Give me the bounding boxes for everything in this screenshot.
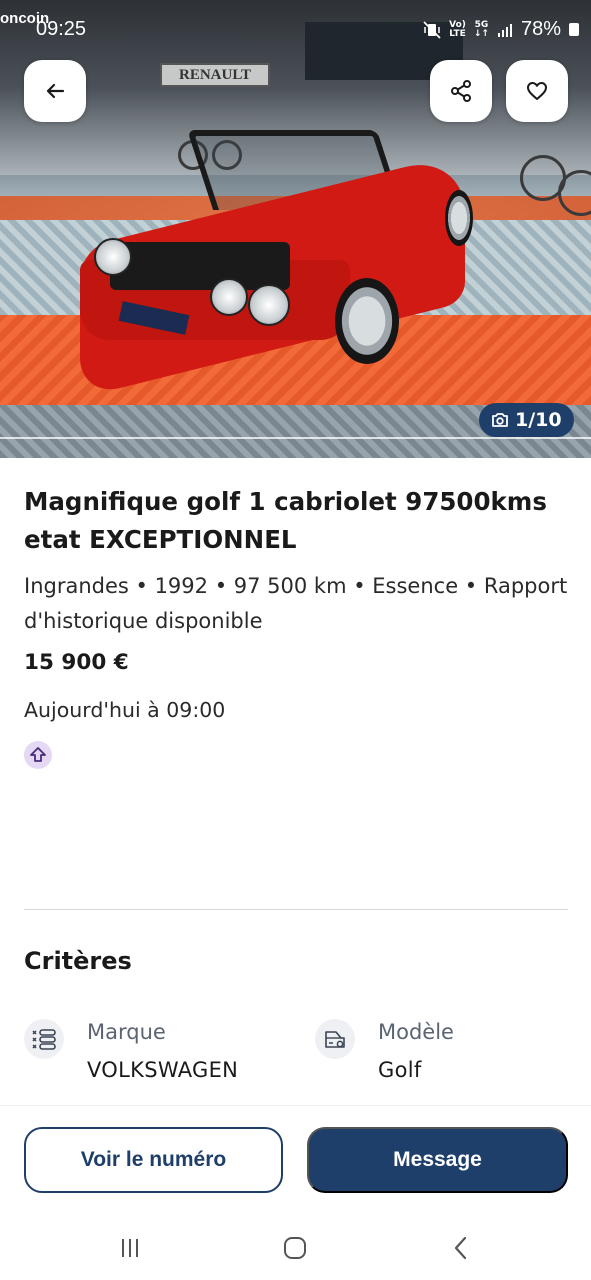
- battery-level: 78%: [520, 18, 561, 40]
- list-icon: [24, 1019, 64, 1059]
- criteria-title: Critères: [24, 947, 132, 975]
- heart-icon: [527, 82, 547, 100]
- system-nav-bar: [0, 1215, 591, 1280]
- criteria-label-model: Modèle: [378, 1020, 454, 1044]
- system-back-button[interactable]: [441, 1233, 481, 1263]
- criteria-value-model: Golf: [378, 1058, 422, 1082]
- listing-photo[interactable]: RENAULT: [0, 0, 591, 458]
- photo-red-car: [80, 130, 473, 398]
- chevron-left-icon: [454, 1236, 467, 1260]
- ad-date: Aujourd'hui à 09:00: [24, 698, 226, 722]
- volte-indicator: Vo) LTE: [449, 19, 466, 39]
- share-icon: [451, 80, 471, 102]
- recent-apps-button[interactable]: [110, 1233, 150, 1263]
- back-button[interactable]: [24, 60, 86, 122]
- car-headlight: [248, 284, 290, 326]
- home-button[interactable]: [275, 1233, 315, 1263]
- ad-title: Magnifique golf 1 cabriolet 97500kms eta…: [24, 487, 547, 554]
- boost-badge[interactable]: [24, 741, 52, 769]
- car-wheel: [335, 278, 399, 364]
- message-button[interactable]: Message: [307, 1127, 568, 1193]
- status-bar: oncoin 09:25 Vo) LTE 5G ↓↑ 78%: [0, 8, 591, 48]
- home-icon: [284, 1237, 306, 1259]
- share-button[interactable]: [430, 60, 492, 122]
- car-headlight: [94, 238, 132, 276]
- photo-counter-text: 1/10: [515, 409, 562, 431]
- camera-icon: [492, 413, 508, 427]
- criteria-value-brand: VOLKSWAGEN: [87, 1058, 239, 1082]
- network-generation-indicator: 5G ↓↑: [473, 19, 489, 39]
- recent-apps-icon: [122, 1239, 138, 1257]
- vibrate-mute-icon: [423, 20, 441, 39]
- ad-price: 15 900 €: [24, 650, 129, 675]
- favorite-button[interactable]: [506, 60, 568, 122]
- battery-icon: [569, 23, 579, 36]
- show-phone-button[interactable]: Voir le numéro: [24, 1127, 283, 1193]
- signal-strength-icon: [497, 23, 512, 37]
- criteria-label-brand: Marque: [87, 1020, 166, 1044]
- status-icons: Vo) LTE 5G ↓↑ 78%: [423, 18, 579, 41]
- car-wheel: [445, 190, 473, 246]
- gallery-progress-line: [0, 437, 591, 439]
- car-headlight: [210, 278, 248, 316]
- ad-meta: Ingrandes • 1992 • 97 500 km • Essence •…: [24, 574, 568, 633]
- car-grille: [110, 242, 290, 290]
- arrow-left-icon: [46, 83, 65, 99]
- section-divider: [24, 909, 568, 910]
- boost-arrow-icon: [30, 747, 46, 762]
- photo-renault-sign: RENAULT: [160, 63, 270, 87]
- action-bar: Voir le numéro Message: [0, 1105, 591, 1215]
- car-model-icon: [315, 1019, 355, 1059]
- status-time: 09:25: [36, 18, 87, 40]
- photo-counter[interactable]: 1/10: [479, 403, 574, 437]
